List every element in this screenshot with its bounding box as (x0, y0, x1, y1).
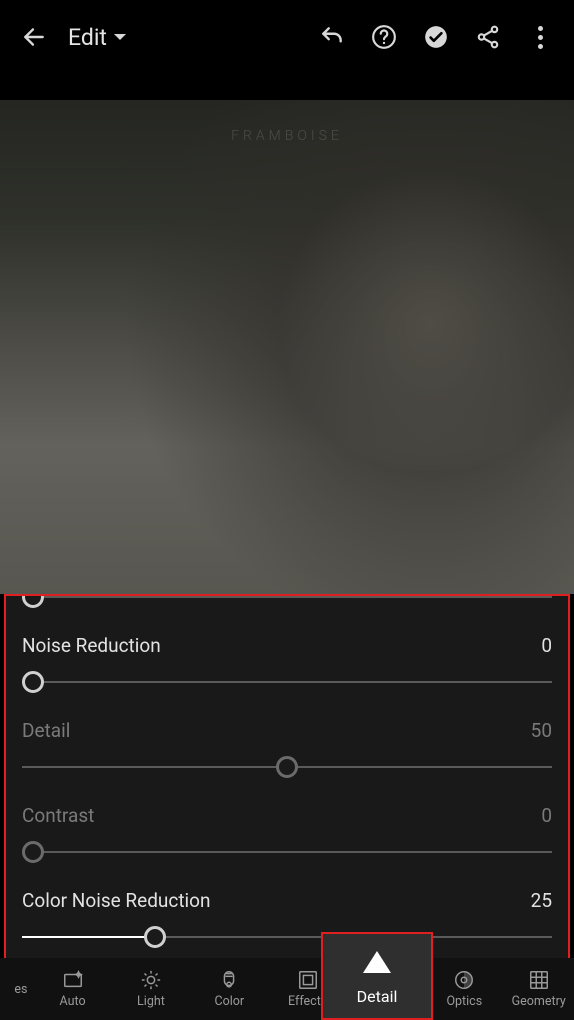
slider-noise-reduction: Noise Reduction 0 (22, 616, 552, 701)
slider-track[interactable] (22, 667, 552, 697)
detail-popup[interactable]: Detail (321, 932, 433, 1020)
tab-presets[interactable]: es (0, 958, 33, 1020)
photo-preview[interactable]: FRAMBOISE (0, 100, 574, 594)
slider-label: Detail (22, 719, 70, 742)
slider-color-noise: Color Noise Reduction 25 (22, 871, 552, 956)
tab-label: Auto (60, 994, 86, 1009)
tab-geometry[interactable]: Geometry (503, 958, 574, 1020)
tab-label: Light (137, 994, 165, 1009)
more-button[interactable] (518, 15, 562, 59)
slider-value: 0 (541, 634, 552, 657)
slider-partial-track[interactable] (22, 594, 552, 612)
color-icon (218, 969, 240, 991)
tab-optics[interactable]: Optics (425, 958, 503, 1020)
tab-light[interactable]: Light (112, 958, 190, 1020)
slider-thumb[interactable] (22, 671, 44, 693)
slider-value: 25 (531, 889, 552, 912)
triangle-up-icon (363, 951, 391, 973)
detail-popup-label: Detail (357, 987, 398, 1006)
photo-watermark: FRAMBOISE (231, 128, 343, 144)
slider-thumb[interactable] (276, 756, 298, 778)
undo-button[interactable] (310, 15, 354, 59)
caret-down-icon (113, 32, 127, 42)
auto-icon (62, 969, 84, 991)
photo-image: FRAMBOISE (0, 100, 574, 594)
slider-track[interactable] (22, 752, 552, 782)
slider-thumb[interactable] (144, 926, 166, 948)
slider-partial (22, 594, 552, 616)
slider-track[interactable] (22, 837, 552, 867)
slider-thumb[interactable] (22, 841, 44, 863)
slider-label: Color Noise Reduction (22, 889, 211, 912)
slider-contrast: Contrast 0 (22, 786, 552, 871)
slider-detail: Detail 50 (22, 701, 552, 786)
tab-label: es (14, 982, 27, 997)
slider-label: Contrast (22, 804, 94, 827)
optics-icon (453, 969, 475, 991)
tab-label: Geometry (512, 994, 566, 1009)
slider-thumb[interactable] (22, 594, 44, 608)
slider-value: 50 (531, 719, 552, 742)
back-button[interactable] (12, 15, 56, 59)
slider-value: 0 (541, 804, 552, 827)
slider-label: Noise Reduction (22, 634, 161, 657)
edit-label: Edit (68, 24, 107, 51)
confirm-button[interactable] (414, 15, 458, 59)
tab-color[interactable]: Color (190, 958, 268, 1020)
tab-auto[interactable]: Auto (33, 958, 111, 1020)
bottom-tabs: es Auto Light Color Effects Detail Optic… (0, 958, 574, 1020)
help-button[interactable] (362, 15, 406, 59)
share-button[interactable] (466, 15, 510, 59)
tab-label: Color (214, 994, 244, 1009)
geometry-icon (528, 969, 550, 991)
detail-panel: Noise Reduction 0 Detail 50 Contrast (4, 594, 570, 1016)
tab-label: Optics (446, 994, 482, 1009)
slider-track[interactable] (22, 922, 552, 952)
edit-menu[interactable]: Edit (68, 24, 127, 51)
effects-icon (297, 969, 319, 991)
top-bar: Edit (0, 0, 574, 74)
light-icon (140, 969, 162, 991)
